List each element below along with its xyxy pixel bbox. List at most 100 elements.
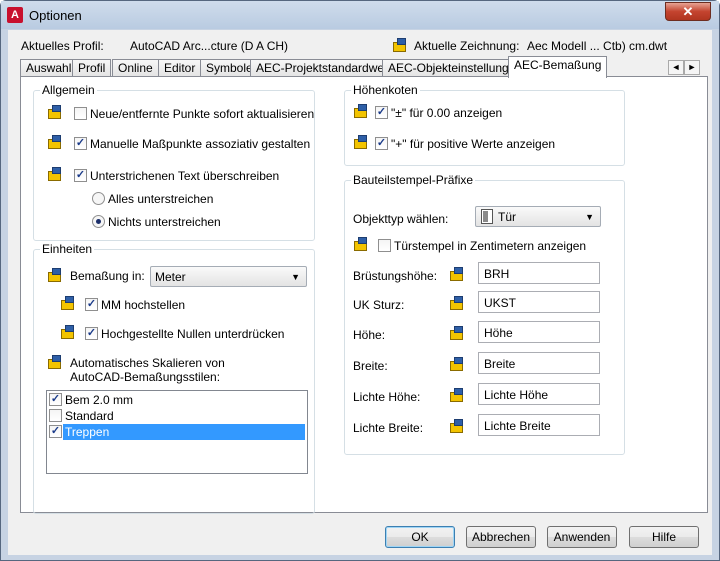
group-allgemein: Allgemein Neue/entfernte Punkte sofort a…	[33, 83, 315, 241]
checkbox-label: Hochgestellte Nullen unterdrücken	[101, 327, 285, 341]
group-bauteilstempel: Bauteilstempel-Präfixe Objekttyp wählen:…	[344, 173, 625, 455]
dialog-client: Aktuelles Profil: AutoCAD Arc...cture (D…	[8, 30, 712, 555]
options-dialog: A Optionen ✕ Aktuelles Profil: AutoCAD A…	[0, 0, 720, 561]
list-item-checkbox[interactable]: ✓	[49, 425, 62, 438]
checkbox-label: "+" für positive Werte anzeigen	[391, 137, 556, 151]
checkbox-plus-positive[interactable]: ✓	[375, 137, 388, 150]
drawing-setting-icon	[449, 295, 465, 311]
field-label: Brüstungshöhe:	[353, 269, 438, 283]
list-item-label: Treppen	[63, 424, 305, 440]
drawing-setting-icon	[353, 236, 369, 252]
field-value: BRH	[484, 267, 510, 281]
field-label: UK Sturz:	[353, 298, 405, 312]
objekttyp-select[interactable]: Tür ▼	[475, 206, 601, 227]
field-label: Höhe:	[353, 328, 386, 342]
group-hoehenkoten: Höhenkoten ✓ "±" für 0.00 anzeigen ✓ "+"…	[344, 83, 625, 166]
drawing-setting-icon	[392, 37, 408, 53]
objekttyp-label: Objekttyp wählen:	[353, 212, 449, 226]
chevron-down-icon: ▼	[585, 212, 594, 222]
tab-online[interactable]: Online	[112, 59, 159, 77]
drawing-setting-icon	[353, 103, 369, 119]
tab-scroll-left-button[interactable]: ◄	[668, 60, 684, 75]
checkbox-associative[interactable]: ✓	[74, 137, 87, 150]
field-input[interactable]: Höhe	[478, 321, 600, 343]
group-title: Bauteilstempel-Präfixe	[351, 173, 476, 187]
radio-label: Alles unterstreichen	[108, 192, 214, 206]
field-value: Lichte Breite	[484, 419, 551, 433]
group-title: Allgemein	[40, 83, 97, 97]
list-item[interactable]: Standard	[49, 408, 305, 424]
checkbox-update-points[interactable]	[74, 107, 87, 120]
tab-aec-projektstandardwerte[interactable]: AEC-Projektstandardwerte	[250, 59, 405, 77]
drawing-setting-icon	[449, 387, 465, 403]
drawing-setting-icon	[60, 324, 76, 340]
group-title: Höhenkoten	[351, 83, 420, 97]
list-item[interactable]: ✓ Bem 2.0 mm	[49, 392, 305, 408]
field-value: UKST	[484, 296, 517, 310]
checkbox-label: Neue/entfernte Punkte sofort aktualisier…	[90, 107, 315, 121]
checkbox-suppress-zeros[interactable]: ✓	[85, 327, 98, 340]
bemassung-select[interactable]: Meter ▼	[150, 266, 307, 287]
list-item-label: Standard	[65, 409, 114, 423]
bemassung-label: Bemaßung in:	[70, 269, 145, 283]
title-bar[interactable]: A Optionen	[1, 1, 719, 29]
select-value: Tür	[498, 210, 516, 224]
checkbox-plusminus-zero[interactable]: ✓	[375, 106, 388, 119]
field-label: Breite:	[353, 359, 388, 373]
list-item[interactable]: ✓ Treppen	[49, 424, 305, 440]
drawing-setting-icon	[47, 267, 63, 283]
field-input[interactable]: Lichte Höhe	[478, 383, 600, 405]
field-value: Lichte Höhe	[484, 388, 549, 402]
drawing-label: Aktuelle Zeichnung:	[414, 39, 520, 53]
field-input[interactable]: Breite	[478, 352, 600, 374]
tab-aec-objekteinstellungen[interactable]: AEC-Objekteinstellungen	[382, 59, 529, 77]
field-value: Höhe	[484, 326, 513, 340]
checkbox-centimeters[interactable]	[378, 239, 391, 252]
checkbox-mm-superscript[interactable]: ✓	[85, 298, 98, 311]
tab-profil[interactable]: Profil	[72, 59, 112, 77]
list-item-label: Bem 2.0 mm	[65, 393, 134, 407]
radio-underline-none[interactable]	[92, 215, 105, 228]
apply-button[interactable]: Anwenden	[547, 526, 617, 548]
autocad-logo-icon: A	[7, 7, 23, 23]
profile-value: AutoCAD Arc...cture (D A CH)	[130, 39, 289, 53]
field-input[interactable]: Lichte Breite	[478, 414, 600, 436]
drawing-setting-icon	[449, 418, 465, 434]
field-input[interactable]: BRH	[478, 262, 600, 284]
checkbox-label: Unterstrichenen Text überschreiben	[90, 169, 280, 183]
group-title: Einheiten	[40, 242, 95, 256]
field-label: Lichte Höhe:	[353, 390, 421, 404]
ok-button[interactable]: OK	[385, 526, 455, 548]
checkbox-label: MM hochstellen	[101, 298, 186, 312]
list-item-checkbox[interactable]	[49, 409, 62, 422]
radio-underline-all[interactable]	[92, 192, 105, 205]
door-icon	[481, 209, 493, 224]
group-einheiten: Einheiten Bemaßung in: Meter ▼ ✓ MM hoch…	[33, 242, 315, 514]
field-value: Breite	[484, 357, 516, 371]
profile-label: Aktuelles Profil:	[21, 39, 104, 53]
dimension-styles-list[interactable]: ✓ Bem 2.0 mm Standard ✓ Treppen	[46, 390, 308, 474]
checkbox-label: "±" für 0.00 anzeigen	[391, 106, 503, 120]
tab-scroll-right-button[interactable]: ►	[684, 60, 700, 75]
tab-auswahl[interactable]: Auswahl	[20, 59, 78, 77]
checkbox-label: Manuelle Maßpunkte assoziativ gestalten	[90, 137, 311, 151]
tab-editor[interactable]: Editor	[158, 59, 202, 77]
auto-scale-label: Automatisches Skalieren von AutoCAD-Bema…	[70, 356, 225, 384]
cancel-button[interactable]: Abbrechen	[466, 526, 536, 548]
tab-aec-bemassung[interactable]: AEC-Bemaßung	[508, 56, 608, 78]
list-item-checkbox[interactable]: ✓	[49, 393, 62, 406]
chevron-down-icon: ▼	[291, 272, 300, 282]
select-value: Meter	[155, 270, 186, 284]
drawing-setting-icon	[47, 134, 63, 150]
checkbox-override-text[interactable]: ✓	[74, 169, 87, 182]
checkbox-label: Türstempel in Zentimetern anzeigen	[394, 239, 587, 253]
field-label: Lichte Breite:	[353, 421, 424, 435]
drawing-setting-icon	[47, 104, 63, 120]
help-button[interactable]: Hilfe	[629, 526, 699, 548]
drawing-setting-icon	[449, 325, 465, 341]
drawing-setting-icon	[353, 134, 369, 150]
close-button[interactable]: ✕	[665, 2, 711, 21]
field-input[interactable]: UKST	[478, 291, 600, 313]
drawing-setting-icon	[449, 266, 465, 282]
tab-panel: Allgemein Neue/entfernte Punkte sofort a…	[20, 76, 708, 514]
